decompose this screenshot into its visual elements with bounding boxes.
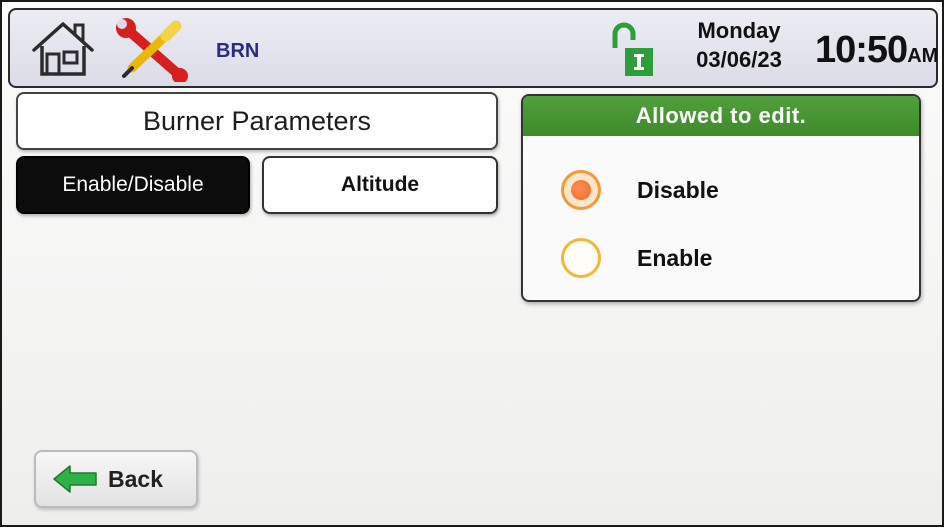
option-enable[interactable]: Enable bbox=[561, 238, 712, 278]
tab-altitude[interactable]: Altitude bbox=[262, 156, 498, 214]
page-title: Burner Parameters bbox=[16, 92, 498, 150]
tools-icon[interactable] bbox=[110, 18, 194, 84]
option-disable[interactable]: Disable bbox=[561, 170, 719, 210]
ampm-label: AM bbox=[907, 45, 939, 67]
enable-label: Enable bbox=[637, 244, 713, 271]
app-label: BRN bbox=[216, 40, 260, 62]
device-screen: BRN Monday 03/06/23 10:50AM Burner Param… bbox=[0, 0, 944, 527]
disable-label: Disable bbox=[637, 176, 719, 203]
time-label: 10:50 bbox=[815, 29, 908, 71]
disable-radio[interactable] bbox=[561, 170, 601, 210]
tab-enable-disable[interactable]: Enable/Disable bbox=[16, 156, 250, 214]
clock: 10:50AM bbox=[815, 29, 938, 72]
home-icon bbox=[32, 22, 94, 76]
date-label: 03/06/23 bbox=[696, 47, 782, 72]
enable-radio[interactable] bbox=[561, 238, 601, 278]
home-button[interactable] bbox=[28, 16, 98, 82]
status-bar: BRN Monday 03/06/23 10:50AM bbox=[8, 8, 938, 88]
day-label: Monday bbox=[697, 18, 781, 43]
arrow-left-icon bbox=[53, 465, 97, 493]
edit-panel: Allowed to edit. Disable Enable bbox=[521, 94, 921, 302]
back-label: Back bbox=[108, 465, 163, 492]
edit-panel-header: Allowed to edit. bbox=[523, 96, 919, 136]
unlocked-padlock-icon bbox=[607, 20, 655, 80]
back-button[interactable]: Back bbox=[34, 450, 198, 508]
